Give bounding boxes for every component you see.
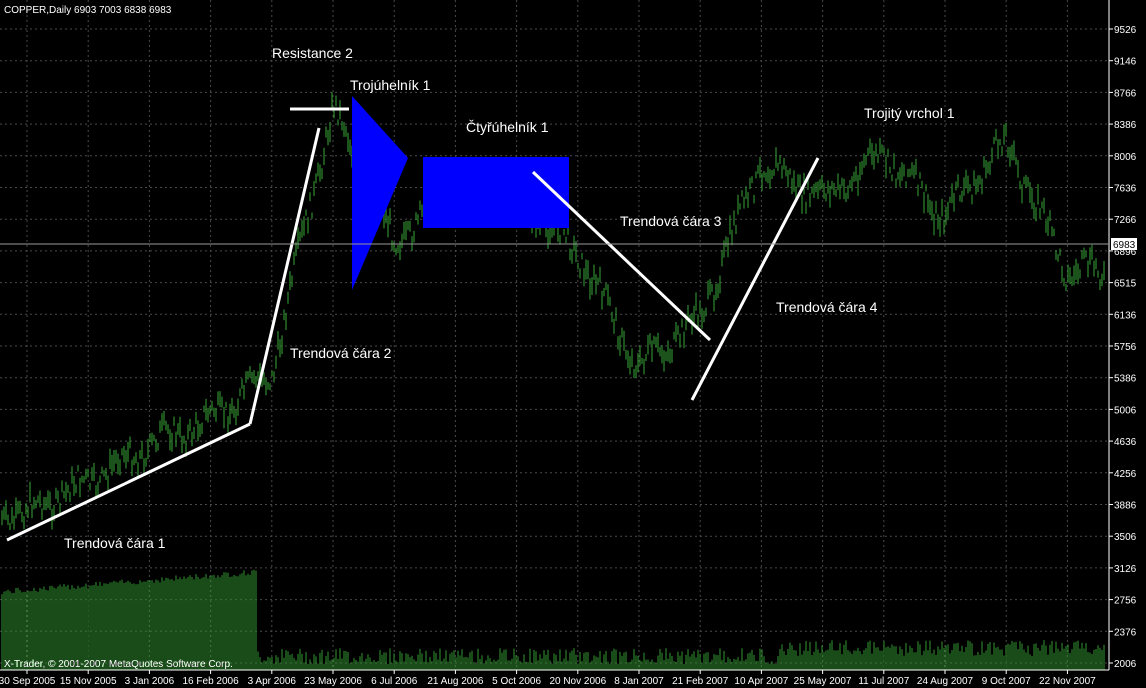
price-chart[interactable]: Trendová čára 1 Trendová čára 2 Resistan… (0, 0, 1146, 688)
x-tick-label: 5 Oct 2006 (492, 676, 541, 687)
x-tick-label: 8 Jan 2007 (614, 676, 664, 687)
x-tick-label: 24 Aug 2007 (917, 676, 974, 687)
y-tick-label: 9146 (1114, 57, 1137, 68)
x-tick-label: 23 May 2006 (304, 676, 362, 687)
x-tick-label: 15 Nov 2005 (60, 676, 117, 687)
x-tick-label: 16 Feb 2006 (183, 676, 240, 687)
x-tick-label: 3 Jan 2006 (125, 676, 175, 687)
label-triple-top: Trojitý vrchol 1 (864, 105, 955, 121)
x-tick-label: 21 Aug 2006 (427, 676, 484, 687)
price-axis: 9526914687668386800676367266689665156136… (1109, 25, 1137, 670)
y-tick-label: 5006 (1114, 405, 1137, 416)
y-tick-label: 2756 (1114, 596, 1137, 607)
y-tick-label: 9526 (1114, 25, 1137, 36)
y-tick-label: 6515 (1114, 279, 1137, 290)
y-tick-label: 3886 (1114, 501, 1137, 512)
x-tick-label: 22 Nov 2007 (1039, 676, 1096, 687)
x-tick-label: 20 Nov 2006 (549, 676, 606, 687)
rectangle-shape[interactable] (423, 157, 569, 228)
label-rect1: Čtyřúhelník 1 (466, 119, 549, 135)
symbol-header: COPPER,Daily 6903 7003 6838 6983 (4, 5, 172, 16)
y-tick-label: 5386 (1114, 374, 1137, 385)
y-tick-label: 2006 (1114, 659, 1137, 670)
y-tick-label: 5756 (1114, 342, 1137, 353)
y-tick-label: 3506 (1114, 532, 1137, 543)
y-tick-label: 3126 (1114, 564, 1137, 575)
x-tick-label: 21 Feb 2007 (672, 676, 729, 687)
label-trend4: Trendová čára 4 (776, 299, 878, 315)
y-tick-label: 2376 (1114, 627, 1137, 638)
y-tick-label: 8006 (1114, 152, 1137, 163)
label-trend1: Trendová čára 1 (64, 535, 166, 551)
y-tick-label: 7266 (1114, 215, 1137, 226)
x-tick-label: 6 Jul 2006 (371, 676, 418, 687)
label-resistance2: Resistance 2 (272, 45, 353, 61)
y-tick-label: 6136 (1114, 310, 1137, 321)
y-tick-label: 8766 (1114, 88, 1137, 99)
current-price-label: 6983 (1113, 240, 1136, 251)
y-tick-label: 4636 (1114, 437, 1137, 448)
y-tick-label: 4256 (1114, 469, 1137, 480)
x-tick-label: 10 Apr 2007 (734, 676, 788, 687)
label-triangle1: Trojúhelník 1 (350, 77, 431, 93)
label-trend2: Trendová čára 2 (290, 345, 392, 361)
x-tick-label: 9 Oct 2007 (982, 676, 1031, 687)
copyright-text: X-Trader, © 2001-2007 MetaQuotes Softwar… (4, 659, 233, 670)
x-tick-label: 30 Sep 2005 (0, 676, 56, 687)
y-tick-label: 8386 (1114, 120, 1137, 131)
label-trend3: Trendová čára 3 (620, 213, 722, 229)
y-tick-label: 7636 (1114, 184, 1137, 195)
x-tick-label: 25 May 2007 (794, 676, 852, 687)
x-tick-label: 11 Jul 2007 (858, 676, 909, 687)
x-tick-label: 3 Apr 2006 (248, 676, 297, 687)
